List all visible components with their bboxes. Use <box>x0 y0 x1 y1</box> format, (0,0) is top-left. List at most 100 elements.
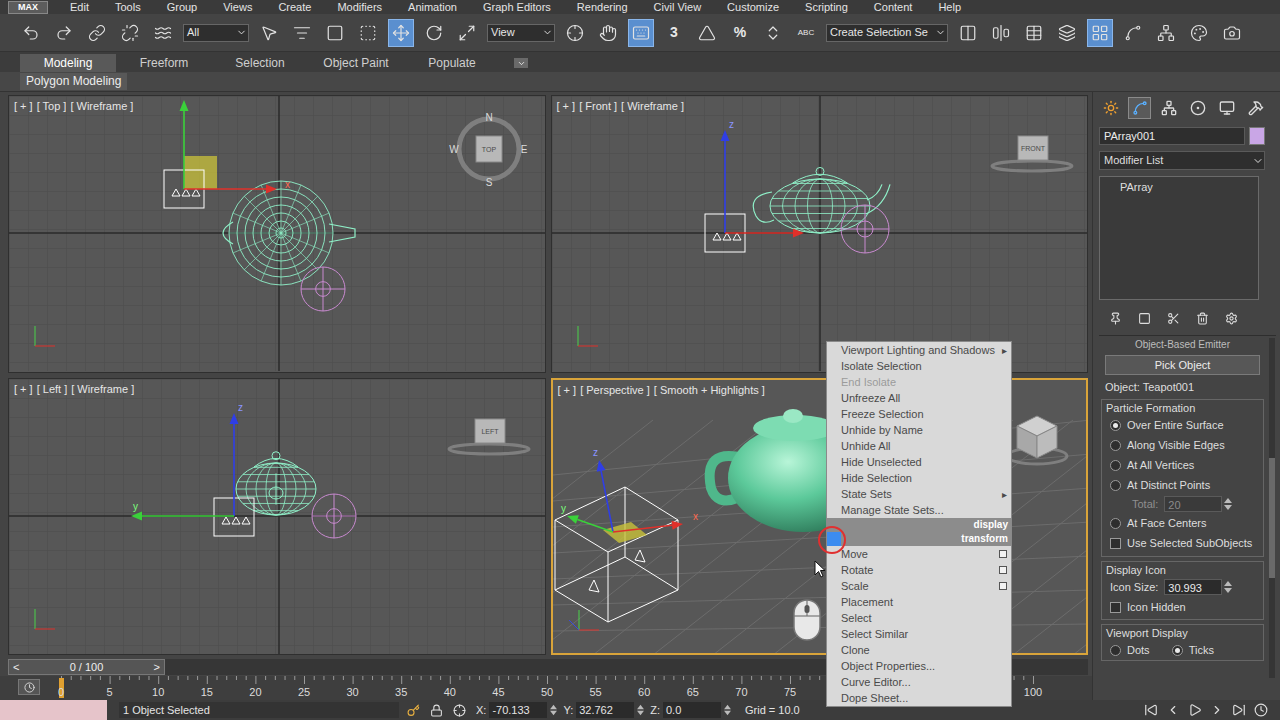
go-to-start-icon[interactable] <box>1144 703 1158 717</box>
viewport-label-part[interactable]: [ Wireframe ] <box>71 382 134 396</box>
rollout-title[interactable]: Object-Based Emitter <box>1099 339 1266 351</box>
menu-item[interactable]: Views <box>223 0 252 14</box>
quad-menu-item[interactable]: Hide Selection <box>827 470 1011 486</box>
ribbon-panel[interactable]: Polygon Modeling <box>20 73 127 90</box>
menu-item[interactable]: Modifiers <box>337 0 382 14</box>
keyboard-shortcut-override-button[interactable] <box>628 19 654 47</box>
isolate-toggle-icon[interactable] <box>407 704 420 717</box>
options-box-icon[interactable] <box>999 566 1007 574</box>
app-logo[interactable]: MAX <box>8 1 48 14</box>
quad-menu-header[interactable]: transform <box>827 532 1011 546</box>
x-axis-arrow[interactable] <box>184 185 277 194</box>
rollout-scrollbar[interactable] <box>1269 338 1275 678</box>
utilities-tab[interactable] <box>1244 97 1267 119</box>
left-viewport[interactable]: zyLEFT[ + ][ Left ][ Wireframe ] <box>8 378 546 656</box>
select-object-button[interactable] <box>256 19 282 47</box>
quad-menu-item[interactable]: Rotate <box>827 562 1011 578</box>
quad-menu-item[interactable]: Manage State Sets... <box>827 502 1011 518</box>
spinner-arrows-icon[interactable] <box>724 704 731 716</box>
y-axis-arrow[interactable] <box>180 100 189 189</box>
selection-filter-dropdown[interactable]: All <box>183 24 249 42</box>
ribbon-tab[interactable]: Modeling <box>20 54 116 72</box>
quad-menu-item[interactable]: Unhide by Name <box>827 422 1011 438</box>
named-selection-sets-dropdown[interactable]: Create Selection Se <box>826 24 948 42</box>
particle-emitter-icon[interactable] <box>555 487 678 622</box>
view-cube[interactable] <box>1007 416 1067 464</box>
formation-radio[interactable]: Along Visible Edges <box>1102 435 1263 455</box>
pin-stack-icon[interactable] <box>1109 312 1122 325</box>
compass[interactable]: NESWTOP <box>449 112 527 188</box>
motion-tab[interactable] <box>1186 97 1209 119</box>
quad-menu-item[interactable]: Curve Editor... <box>827 674 1011 690</box>
teapot-wireframe[interactable] <box>223 181 355 285</box>
spinner-arrows-icon[interactable] <box>1224 497 1232 511</box>
icon-hidden-checkbox[interactable]: Icon Hidden <box>1102 597 1263 617</box>
viewport-label-part[interactable]: [ + ] <box>557 99 576 113</box>
coordinate-field[interactable]: Z:0.0 <box>650 702 731 719</box>
plane-handle[interactable] <box>603 522 647 543</box>
unlink-selection-button[interactable] <box>117 19 143 47</box>
object-color-swatch[interactable] <box>1249 127 1265 145</box>
quad-menu-item[interactable]: Object Properties... <box>827 658 1011 674</box>
viewport-label-part[interactable]: [ Smooth + Highlights ] <box>654 383 765 397</box>
next-frame-button[interactable]: > <box>154 659 160 676</box>
previous-frame-button[interactable]: < <box>13 659 19 676</box>
mirror-button[interactable] <box>955 19 981 47</box>
pick-object-button[interactable]: Pick Object <box>1105 355 1260 375</box>
angle-snap-button[interactable] <box>694 19 720 47</box>
menu-item[interactable]: Graph Editors <box>483 0 551 14</box>
front-viewport[interactable]: zFRONT[ + ][ Front ][ Wireframe ] <box>551 95 1089 373</box>
options-box-icon[interactable] <box>999 550 1007 558</box>
quad-menu-item[interactable]: State Sets▸ <box>827 486 1011 502</box>
ribbon-tab[interactable]: Selection <box>212 54 308 72</box>
undo-button[interactable] <box>18 19 44 47</box>
spinner-arrows-icon[interactable] <box>550 704 557 716</box>
selection-lock-icon[interactable] <box>430 704 443 717</box>
coordinate-field[interactable]: Y:32.762 <box>563 702 644 719</box>
time-configuration-icon[interactable] <box>1254 703 1268 717</box>
edit-named-selection-sets-button[interactable]: ABC <box>793 19 819 47</box>
quad-menu-item[interactable]: Freeze Selection <box>827 406 1011 422</box>
select-and-rotate-button[interactable] <box>421 19 447 47</box>
time-slider-thumb[interactable]: <0 / 100> <box>8 659 165 675</box>
menu-item[interactable]: Animation <box>408 0 457 14</box>
manage-layers-button[interactable] <box>1021 19 1047 47</box>
quad-menu-item[interactable]: Placement <box>827 594 1011 610</box>
target-helper-icon[interactable] <box>841 205 889 253</box>
quad-menu-item[interactable]: Hide Unselected <box>827 454 1011 470</box>
rectangular-selection-button[interactable] <box>322 19 348 47</box>
select-and-scale-button[interactable] <box>454 19 480 47</box>
menu-item[interactable]: Civil View <box>654 0 701 14</box>
formation-radio[interactable]: Over Entire Surface <box>1102 415 1263 435</box>
quad-menu-item[interactable]: Isolate Selection <box>827 358 1011 374</box>
go-to-end-icon[interactable] <box>1232 703 1246 717</box>
bind-to-space-warp-button[interactable] <box>150 19 176 47</box>
menu-item[interactable]: Group <box>167 0 198 14</box>
select-and-link-button[interactable] <box>84 19 110 47</box>
align-button[interactable] <box>988 19 1014 47</box>
viewport-label-part[interactable]: [ Top ] <box>37 99 67 113</box>
quad-menu-item[interactable]: Viewport Lighting and Shadows▸ <box>827 342 1011 358</box>
coordinate-field[interactable]: X:-70.133 <box>476 702 557 719</box>
formation-radio[interactable]: At Distinct Points <box>1102 475 1263 495</box>
spinner-snap-button[interactable] <box>760 19 786 47</box>
top-viewport[interactable]: xNESWTOP[ + ][ Top ][ Wireframe ] <box>8 95 546 373</box>
viewport-label[interactable]: [ + ][ Perspective ][ Smooth + Highlight… <box>558 383 765 397</box>
ribbon-tab[interactable]: Object Paint <box>308 54 404 72</box>
modifier-stack-item[interactable]: PArray <box>1100 180 1258 195</box>
teapot-wireframe[interactable] <box>753 167 890 233</box>
x-axis-arrow[interactable] <box>725 229 804 238</box>
schematic-view-button[interactable] <box>1153 19 1179 47</box>
display-tab[interactable] <box>1215 97 1238 119</box>
quad-menu-header[interactable]: display <box>827 518 1011 532</box>
layer-explorer-button[interactable] <box>1054 19 1080 47</box>
create-tab[interactable] <box>1099 97 1122 119</box>
viewport-display-radio[interactable]: Ticks <box>1164 640 1214 660</box>
spinner-arrows-icon[interactable] <box>1224 580 1232 594</box>
menu-item[interactable]: Customize <box>727 0 779 14</box>
use-pivot-center-button[interactable] <box>562 19 588 47</box>
viewport-label-part[interactable]: [ Front ] <box>579 99 617 113</box>
mini-curve-editor-button[interactable] <box>18 679 40 695</box>
menu-item[interactable]: Edit <box>70 0 89 14</box>
y-axis-arrow[interactable] <box>131 511 234 520</box>
